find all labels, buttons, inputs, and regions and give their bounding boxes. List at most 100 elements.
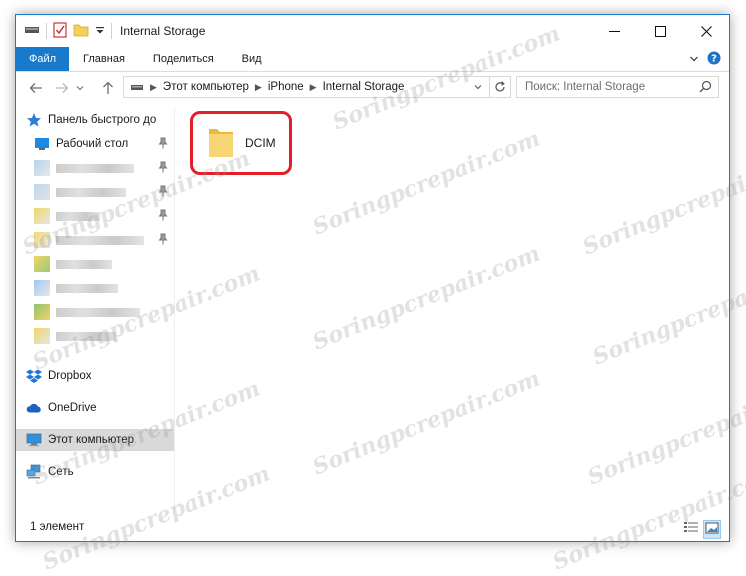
chevron-down-icon [474,85,482,90]
new-folder-icon[interactable] [73,23,89,40]
sidebar-item-label: Рабочий стол [56,138,129,150]
search-placeholder: Поиск: Internal Storage [525,81,646,93]
properties-icon[interactable] [53,21,67,41]
maximize-icon [654,25,666,37]
sidebar-item-quick-access[interactable]: Панель быстрого до [16,109,174,131]
forward-button[interactable] [50,76,74,100]
sidebar-item-label: Dropbox [48,370,92,382]
large-icons-view-button[interactable] [703,520,721,539]
chevron-down-icon [690,56,698,61]
dropbox-icon [26,368,42,384]
details-view-button[interactable] [683,520,699,539]
up-button[interactable] [96,76,120,100]
tab-share[interactable]: Поделиться [139,47,228,71]
sidebar-item-dropbox[interactable]: Dropbox [16,365,174,387]
tab-view[interactable]: Вид [228,47,276,71]
onedrive-icon [26,400,42,416]
ribbon-tabs: Файл Главная Поделиться Вид ? [16,47,729,72]
window-controls [591,15,729,47]
quick-access-toolbar [24,21,112,41]
blurred-label [56,307,140,317]
address-bar[interactable]: ▶ Этот компьютер ▶ iPhone ▶ Internal Sto… [123,76,511,98]
item-count: 1 элемент [30,521,85,533]
sidebar-item-blurred[interactable] [16,205,174,227]
sidebar-item-this-pc[interactable]: Этот компьютер [16,429,174,451]
status-bar: 1 элемент [16,513,729,541]
arrow-up-icon [103,81,113,94]
blurred-label [56,211,100,221]
refresh-icon [495,81,505,92]
blurred-icon [34,256,50,272]
maximize-button[interactable] [637,15,683,47]
blurred-label [56,187,126,197]
large-icons-view-icon [705,522,719,534]
help-button[interactable]: ? [707,51,721,68]
minimize-button[interactable] [591,15,637,47]
pin-icon [158,161,168,176]
help-icon: ? [707,51,721,65]
tab-home[interactable]: Главная [69,47,139,71]
pin-icon [158,209,168,224]
folder-item-dcim[interactable]: DCIM [190,111,292,175]
computer-icon [26,432,42,448]
drive-icon [24,24,40,39]
navigation-pane: Панель быстрого до Рабочий стол Dropbox … [16,107,174,513]
refresh-button[interactable] [489,77,510,97]
title-bar: Internal Storage [16,15,729,47]
search-input[interactable]: Поиск: Internal Storage [516,76,719,98]
network-icon [26,464,42,480]
arrow-right-icon [56,83,69,93]
sidebar-item-onedrive[interactable]: OneDrive [16,397,174,419]
minimize-icon [608,30,620,32]
blurred-label [56,259,112,269]
pin-icon [158,233,168,248]
desktop-icon [34,136,50,152]
sidebar-item-blurred[interactable] [16,229,174,251]
blurred-icon [34,160,50,176]
folder-icon [207,125,235,162]
address-history-button[interactable] [468,77,488,97]
close-button[interactable] [683,15,729,47]
breadcrumb-internal-storage[interactable]: Internal Storage [323,81,405,93]
recent-locations-button[interactable] [72,76,88,100]
blurred-label [56,235,144,245]
file-list: DCIM [176,107,729,513]
toolbar-divider [46,23,47,39]
back-button[interactable] [24,76,48,100]
sidebar-item-label: Сеть [48,466,74,478]
blurred-icon [34,208,50,224]
blurred-label [56,331,116,341]
arrow-left-icon [29,83,42,93]
breadcrumb-iphone[interactable]: iPhone [268,81,304,93]
breadcrumb-separator-icon: ▶ [150,81,157,92]
tab-file[interactable]: Файл [16,47,70,71]
blurred-icon [34,232,50,248]
sidebar-item-network[interactable]: Сеть [16,461,174,483]
sidebar-item-blurred[interactable] [16,253,174,275]
breadcrumb-this-pc[interactable]: Этот компьютер [163,81,249,93]
expand-ribbon-button[interactable] [689,53,699,67]
sidebar-item-blurred[interactable] [16,181,174,203]
ribbon-right-controls: ? [689,51,721,68]
sidebar-item-desktop[interactable]: Рабочий стол [16,133,174,155]
sidebar-item-label: Панель быстрого до [48,114,157,126]
breadcrumb-separator-icon: ▶ [254,81,262,92]
sidebar-item-blurred[interactable] [16,301,174,323]
blurred-label [56,283,118,293]
pin-icon [158,137,168,152]
close-icon [700,25,712,37]
toolbar-divider [111,23,112,39]
sidebar-item-blurred[interactable] [16,325,174,347]
blurred-icon [34,280,50,296]
explorer-window: Internal Storage Файл Главная Поделиться… [15,14,730,542]
sidebar-item-label: Этот компьютер [48,434,134,446]
device-icon [130,82,144,92]
sidebar-item-blurred[interactable] [16,277,174,299]
blurred-icon [34,184,50,200]
search-icon [699,80,712,96]
pin-icon [158,185,168,200]
pane-divider[interactable] [174,107,175,513]
customize-toolbar-icon[interactable] [95,24,105,38]
sidebar-item-blurred[interactable] [16,157,174,179]
window-title: Internal Storage [120,24,206,38]
